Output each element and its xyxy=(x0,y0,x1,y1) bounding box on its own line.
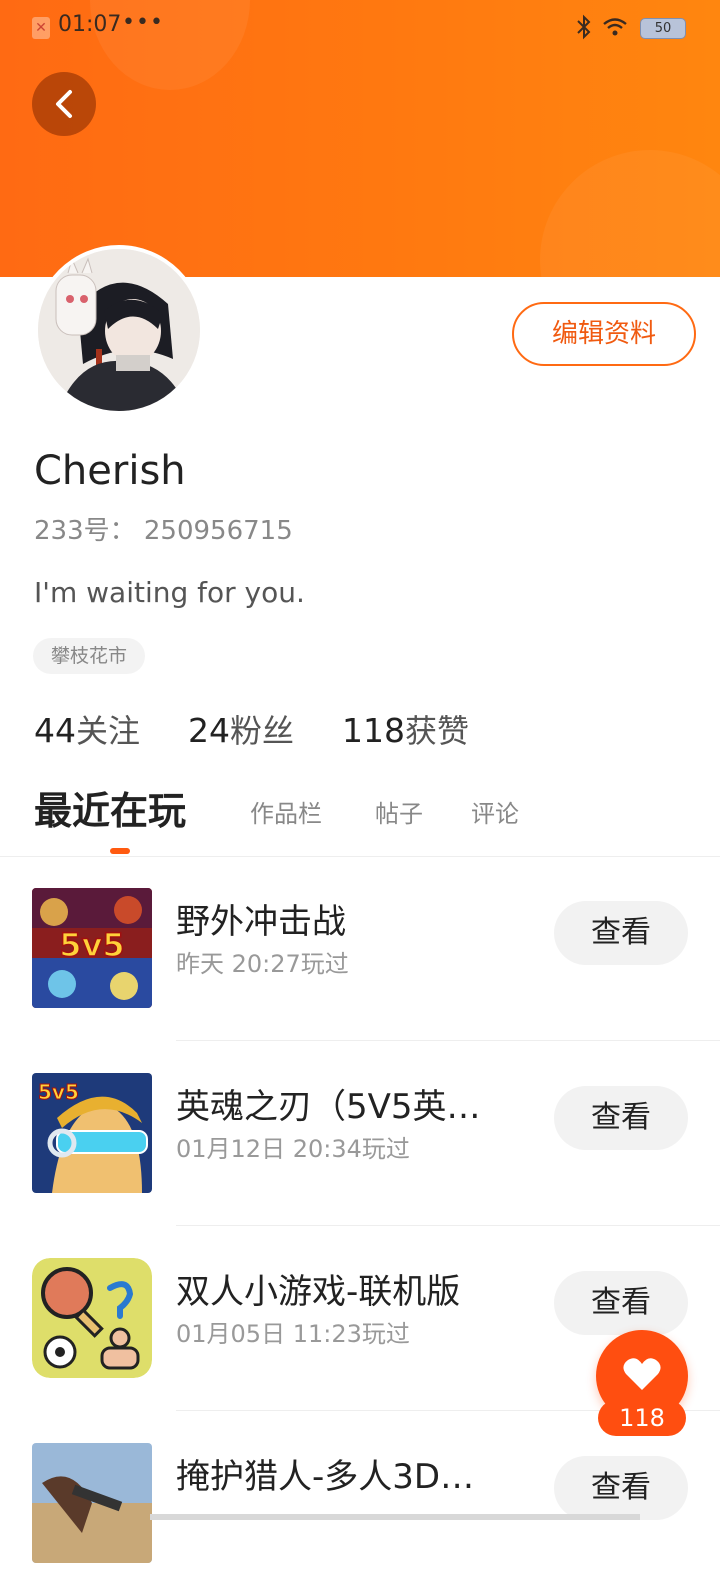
stat-label: 获赞 xyxy=(405,712,470,750)
avatar-image xyxy=(38,249,200,411)
tab-comments[interactable]: 评论 xyxy=(471,794,519,829)
status-time: 01:07 xyxy=(58,12,122,37)
game-last-played: 01月05日 11:23玩过 xyxy=(176,1320,410,1348)
tab-posts[interactable]: 帖子 xyxy=(375,794,423,829)
view-game-button[interactable]: 查看 xyxy=(554,1271,688,1335)
tab-indicator xyxy=(110,848,130,854)
battery-icon: 50 xyxy=(640,18,686,39)
bio: I'm waiting for you. xyxy=(34,576,305,609)
game-title: 掩护猎人-多人3D… xyxy=(176,1457,475,1497)
chevron-left-icon xyxy=(56,90,72,118)
stat-number: 44 xyxy=(34,711,76,750)
wifi-icon xyxy=(603,18,627,36)
avatar[interactable] xyxy=(34,245,204,415)
status-dots: ••• xyxy=(122,10,164,35)
stat-number: 118 xyxy=(342,711,405,750)
profile-tabs: 最近在玩 作品栏 帖子 评论 xyxy=(0,780,720,857)
view-game-button[interactable]: 查看 xyxy=(554,901,688,965)
scroll-fade xyxy=(150,1514,640,1520)
svg-text:5v5: 5v5 xyxy=(38,1080,79,1104)
notification-icon: ✕ xyxy=(32,17,50,39)
stat-likes[interactable]: 118获赞 xyxy=(342,706,469,752)
game-last-played: 昨天 20:27玩过 xyxy=(176,950,349,978)
user-id: 233号： 250956715 xyxy=(34,516,293,546)
game-title: 双人小游戏-联机版 xyxy=(176,1272,461,1312)
game-cover-hunter-icon xyxy=(32,1443,152,1563)
game-title: 英魂之刃（5V5英… xyxy=(176,1087,481,1127)
game-hero-blade-icon: 5v5 xyxy=(32,1073,152,1193)
stat-followers[interactable]: 24粉丝 xyxy=(188,706,294,752)
list-item[interactable]: 掩护猎人-多人3D… 查看 xyxy=(0,1411,720,1596)
edit-profile-button[interactable]: 编辑资料 xyxy=(512,302,696,366)
tab-recent-played[interactable]: 最近在玩 xyxy=(34,780,186,835)
stat-number: 24 xyxy=(188,711,230,750)
stat-label: 粉丝 xyxy=(230,712,295,750)
view-game-button[interactable]: 查看 xyxy=(554,1456,688,1520)
game-last-played: 01月12日 20:34玩过 xyxy=(176,1135,410,1163)
stat-label: 关注 xyxy=(76,712,141,750)
bluetooth-icon xyxy=(577,14,591,40)
username: Cherish xyxy=(34,448,186,494)
back-button[interactable] xyxy=(32,72,96,136)
view-game-button[interactable]: 查看 xyxy=(554,1086,688,1150)
game-two-player-icon xyxy=(32,1258,152,1378)
svg-text:5v5: 5v5 xyxy=(59,926,124,964)
list-item[interactable]: 5v5 野外冲击战 昨天 20:27玩过 查看 xyxy=(0,856,720,1041)
game-5v5-battle-icon: 5v5 xyxy=(32,888,152,1008)
heart-icon xyxy=(623,1358,661,1390)
location-tag[interactable]: 攀枝花市 xyxy=(33,638,146,674)
stat-following[interactable]: 44关注 xyxy=(34,706,140,752)
status-bar: ✕ 01:07 ••• 50 xyxy=(0,0,720,56)
list-item[interactable]: 5v5 英魂之刃（5V5英… 01月12日 20:34玩过 查看 xyxy=(0,1041,720,1226)
like-count-badge: 118 xyxy=(598,1400,686,1436)
tab-works[interactable]: 作品栏 xyxy=(250,794,322,829)
game-title: 野外冲击战 xyxy=(176,902,346,942)
